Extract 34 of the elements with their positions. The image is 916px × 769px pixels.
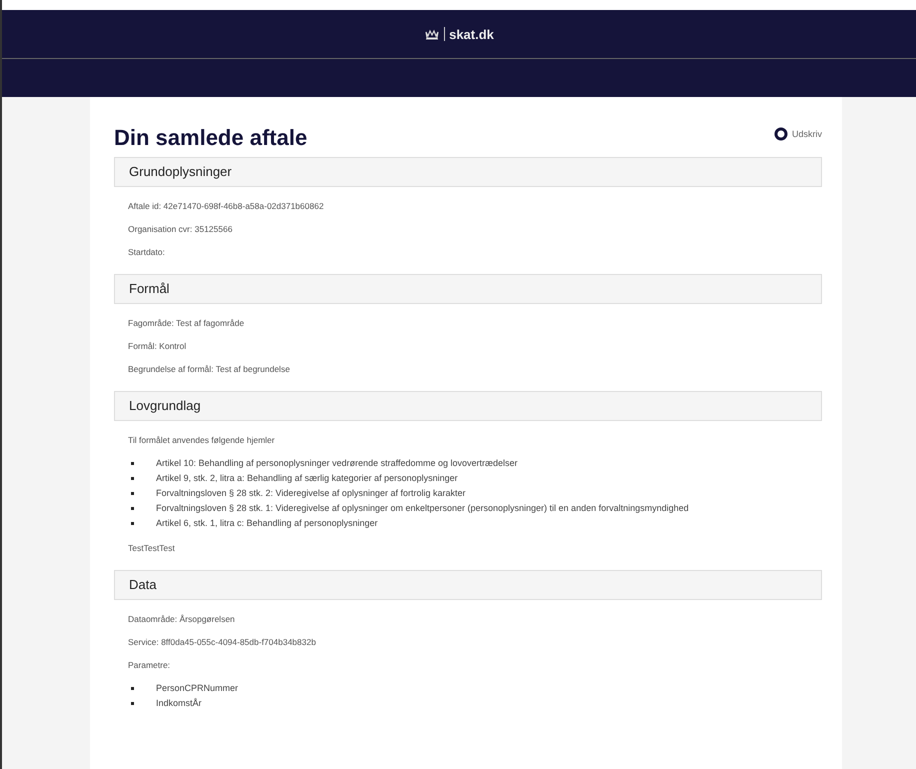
- info-text: Organisation cvr: 35125566: [128, 223, 234, 236]
- circle-icon[interactable]: [774, 127, 788, 141]
- list-item: Artikel 10: Behandling af personoplysninger vedrørende straffedomme og lovovertrædelser: [156, 457, 518, 470]
- section-header: Formål: [114, 274, 822, 304]
- list-item: Forvaltningsloven § 28 stk. 2: Videregivelse af oplysninger af fortrolig karakter: [156, 487, 466, 500]
- info-text: Fagområde: Test af fagområde: [128, 317, 246, 330]
- info-text: Begrundelse af formål: Test af begrundelse: [128, 363, 291, 376]
- list-item: Forvaltningsloven § 28 stk. 1: Videregivelse af oplysninger om enkeltpersoner (personoplysninger) til en anden forvaltningsmyndighed: [156, 502, 689, 515]
- bullet-icon: [131, 522, 134, 525]
- page-title: Din samlede aftale: [114, 125, 308, 151]
- section-header: Grundoplysninger: [114, 157, 822, 187]
- site-logo[interactable]: skat.dk: [449, 26, 494, 42]
- info-text: Aftale id: 42e71470-698f-46b8-a58a-02d371b60862: [128, 200, 325, 213]
- info-text: Formål: Kontrol: [128, 340, 188, 353]
- list-item: Artikel 9, stk. 2, litra a: Behandling af særlig kategorier af personoplysninger: [156, 472, 458, 485]
- list-item: IndkomstÅr: [156, 697, 202, 710]
- bullet-icon: [131, 462, 134, 465]
- info-text: Dataområde: Årsopgørelsen: [128, 613, 236, 626]
- section-header: Data: [114, 570, 822, 600]
- bullet-icon: [131, 507, 134, 510]
- print-link[interactable]: Udskriv: [792, 129, 822, 139]
- info-text: Til formålet anvendes følgende hjemler: [128, 434, 276, 447]
- crown-icon: [424, 28, 440, 40]
- bullet-icon: [131, 687, 134, 690]
- bullet-icon: [131, 492, 134, 495]
- info-text: Service: 8ff0da45-055c-4094-85db-f704b34b832b: [128, 636, 317, 649]
- bullet-icon: [131, 702, 134, 705]
- info-text: Parametre:: [128, 659, 172, 672]
- list-item: Artikel 6, stk. 1, litra c: Behandling af personoplysninger: [156, 517, 378, 530]
- bullet-icon: [131, 477, 134, 480]
- list-item: PersonCPRNummer: [156, 682, 238, 695]
- info-text: TestTestTest: [128, 542, 176, 555]
- info-text: Startdato:: [128, 246, 166, 259]
- section-header: Lovgrundlag: [114, 391, 822, 421]
